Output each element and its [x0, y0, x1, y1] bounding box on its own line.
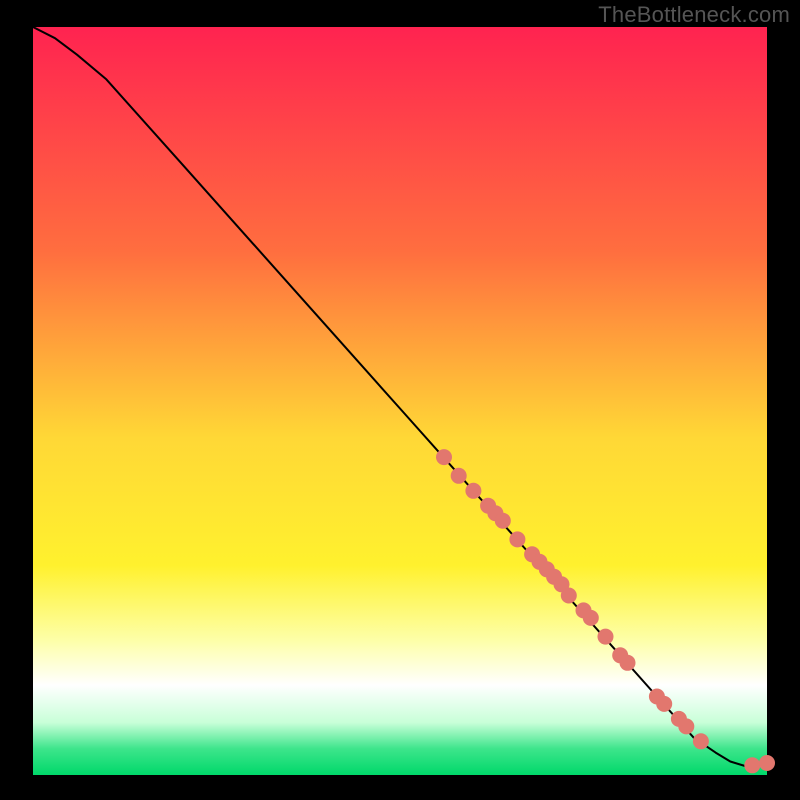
chart-svg	[0, 0, 800, 800]
plot-background	[33, 27, 767, 775]
scatter-point	[495, 513, 511, 529]
scatter-point	[436, 449, 452, 465]
watermark-text: TheBottleneck.com	[598, 2, 790, 28]
scatter-point	[678, 718, 694, 734]
scatter-point	[656, 696, 672, 712]
scatter-point	[744, 757, 760, 773]
scatter-point	[598, 629, 614, 645]
scatter-point	[561, 588, 577, 604]
scatter-point	[759, 755, 775, 771]
scatter-point	[620, 655, 636, 671]
scatter-point	[465, 483, 481, 499]
scatter-point	[451, 468, 467, 484]
scatter-point	[509, 531, 525, 547]
scatter-point	[693, 733, 709, 749]
chart-canvas: TheBottleneck.com	[0, 0, 800, 800]
scatter-point	[583, 610, 599, 626]
